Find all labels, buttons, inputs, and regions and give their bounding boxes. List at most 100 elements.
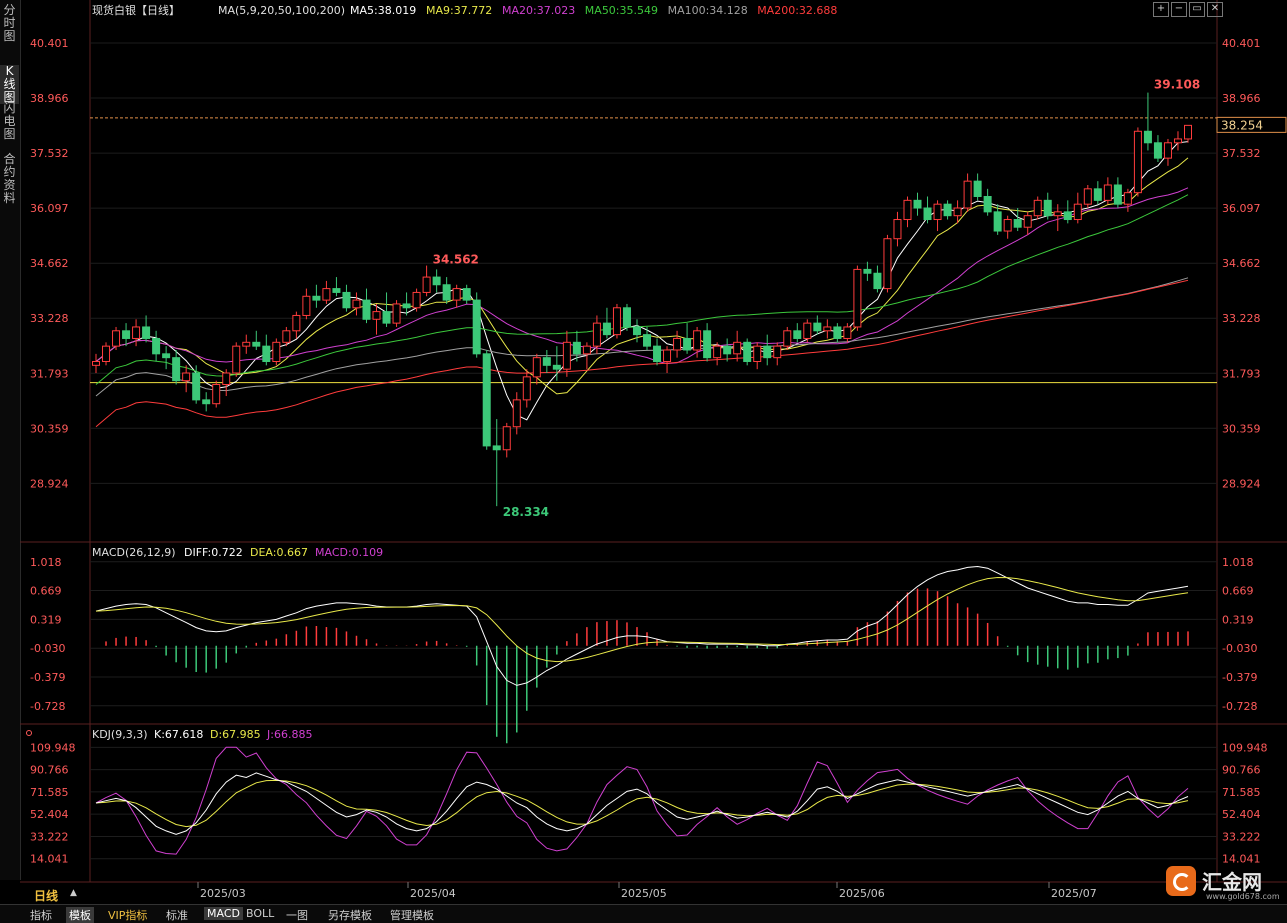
- toolbar-item-7[interactable]: 另存模板: [328, 907, 372, 923]
- candle-body-22: [312, 295, 321, 301]
- candle-body-27: [362, 299, 371, 320]
- candle-body-94: [1033, 199, 1042, 217]
- candle-body-5: [142, 326, 151, 339]
- kdj-settings-icon: [26, 730, 32, 736]
- candle-body-4: [132, 326, 141, 339]
- main-y-tick-right-1: 38.966: [1222, 92, 1261, 105]
- kdj-y-tick-right-1: 90.766: [1222, 764, 1261, 777]
- candle-body-50: [592, 322, 601, 347]
- kdj-y-tick-right-2: 71.585: [1222, 786, 1261, 799]
- macd-dea: DEA:0.667: [250, 546, 308, 559]
- candle-body-44: [532, 357, 541, 378]
- candle-body-34: [432, 276, 441, 286]
- window-button-2[interactable]: ▭: [1189, 2, 1205, 17]
- candle-body-78: [873, 272, 882, 290]
- candle-body-82: [913, 199, 922, 209]
- toolbar-item-5[interactable]: BOLL: [246, 907, 274, 920]
- candle-body-35: [442, 284, 451, 301]
- candle-body-54: [632, 326, 641, 336]
- candle-body-28: [372, 311, 381, 320]
- logo-icon: [1166, 866, 1196, 896]
- candle-body-15: [242, 341, 251, 347]
- candle-body-106: [1153, 142, 1162, 159]
- macd-y-tick-right-1: 0.669: [1222, 585, 1254, 598]
- kdj-y-tick-right-4: 33.222: [1222, 830, 1261, 843]
- kdj-k: K:67.618: [154, 728, 203, 741]
- toolbar-item-4[interactable]: MACD: [204, 907, 243, 920]
- annotation-high: 39.108: [1154, 78, 1200, 92]
- macd-y-tick-left-0: 1.018: [30, 556, 62, 569]
- candle-body-19: [282, 330, 291, 343]
- candle-body-87: [963, 180, 972, 209]
- period-dropdown-icon[interactable]: ▲: [70, 888, 77, 898]
- candle-body-63: [723, 345, 732, 355]
- candle-body-108: [1173, 138, 1182, 144]
- toolbar-item-1[interactable]: 模板: [66, 907, 94, 923]
- candle-body-101: [1103, 184, 1112, 201]
- toolbar-item-0[interactable]: 指标: [30, 907, 52, 923]
- candle-body-49: [582, 345, 591, 355]
- ma100-line: [95, 277, 1189, 397]
- kdj-y-tick-left-0: 109.948: [30, 741, 76, 754]
- kdj-y-tick-left-4: 33.222: [30, 830, 69, 843]
- main-y-tick-left-1: 38.966: [30, 92, 69, 105]
- text-layer: 现货白银【日线】 MA(5,9,20,50,100,200) MA5:38.019 M…: [26, 3, 1268, 900]
- window-button-1[interactable]: −: [1171, 2, 1187, 17]
- candle-body-66: [753, 345, 762, 362]
- candle-body-11: [202, 399, 211, 405]
- candle-body-3: [122, 330, 131, 339]
- main-y-tick-right-7: 30.359: [1222, 422, 1261, 435]
- kdj-j: J:66.885: [266, 728, 312, 741]
- candle-body-36: [452, 288, 461, 301]
- grid-layer: [20, 0, 1287, 888]
- candle-body-105: [1143, 130, 1152, 144]
- ma-value-3: MA50:35.549: [585, 4, 658, 17]
- macd-diff: DIFF:0.722: [184, 546, 243, 559]
- kdj-j-line: [95, 746, 1189, 855]
- x-axis-label-4: 2025/07: [1051, 887, 1097, 900]
- x-axis-label-1: 2025/04: [410, 887, 456, 900]
- toolbar-item-6[interactable]: 一图: [286, 907, 308, 923]
- candle-body-97: [1063, 211, 1072, 221]
- main-y-tick-right-5: 33.228: [1222, 312, 1261, 325]
- chart-canvas[interactable]: 现货白银【日线】 MA(5,9,20,50,100,200) MA5:38.019 M…: [0, 0, 1287, 904]
- main-y-tick-left-0: 40.401: [30, 37, 69, 50]
- annotation-mid_high: 34.562: [433, 253, 479, 267]
- window-button-3[interactable]: ✕: [1207, 2, 1223, 17]
- x-axis-label-0: 2025/03: [200, 887, 246, 900]
- bottom-toolbar: 指标 模板 VIP指标 标准 MACD BOLL 一图 另存模板 管理模板: [0, 904, 1287, 923]
- candle-body-73: [823, 326, 832, 332]
- candle-body-55: [643, 334, 652, 347]
- candle-body-7: [162, 353, 171, 359]
- toolbar-item-3[interactable]: 标准: [166, 907, 188, 923]
- period-label[interactable]: 日线: [34, 887, 58, 904]
- candle-body-51: [602, 322, 611, 336]
- candle-body-59: [683, 337, 692, 351]
- logo-url: www.gold678.com: [1206, 892, 1280, 901]
- candle-body-26: [352, 299, 361, 309]
- candle-body-68: [773, 345, 782, 359]
- candle-body-24: [332, 288, 341, 293]
- candle-body-48: [572, 341, 581, 355]
- moving-average-lines: [95, 141, 1189, 428]
- candle-body-72: [813, 322, 822, 332]
- candle-body-23: [322, 288, 331, 301]
- macd-y-tick-right-5: -0.728: [1222, 700, 1257, 713]
- candle-body-14: [232, 345, 241, 374]
- candle-body-90: [993, 211, 1002, 232]
- toolbar-item-2[interactable]: VIP指标: [108, 907, 147, 923]
- x-axis-label-2: 2025/05: [621, 887, 667, 900]
- candle-body-77: [863, 268, 872, 274]
- macd-y-tick-right-0: 1.018: [1222, 556, 1254, 569]
- candle-body-86: [953, 207, 962, 217]
- brand-logo: 汇金网 www.gold678.com: [1166, 864, 1284, 904]
- macd-y-tick-left-5: -0.728: [30, 700, 65, 713]
- kdj-series: [95, 746, 1189, 855]
- candle-body-103: [1123, 192, 1132, 205]
- toolbar-item-8[interactable]: 管理模板: [390, 907, 434, 923]
- main-y-tick-left-8: 28.924: [30, 477, 69, 490]
- ma-parameters: MA(5,9,20,50,100,200): [218, 4, 345, 17]
- candle-body-61: [703, 330, 712, 359]
- kdj-d: D:67.985: [210, 728, 261, 741]
- window-button-0[interactable]: +: [1153, 2, 1169, 17]
